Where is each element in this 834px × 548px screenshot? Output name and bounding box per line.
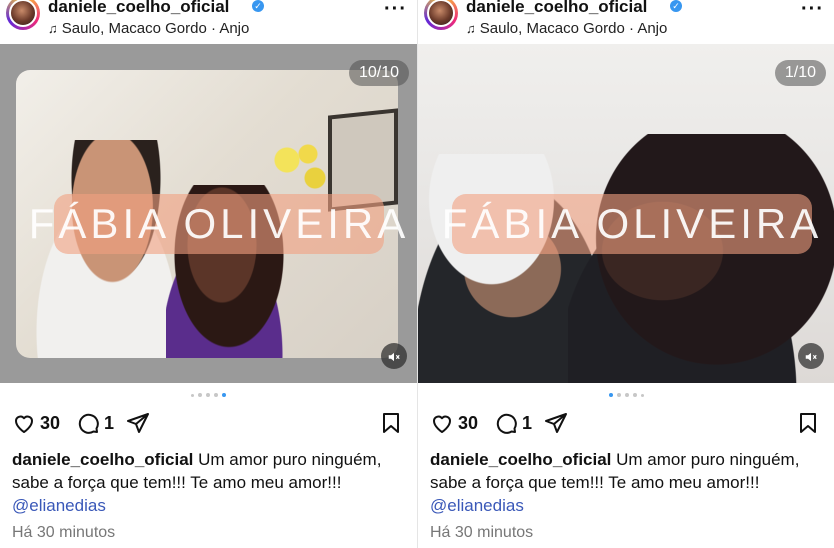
timestamp: Há 30 minutos <box>430 524 534 541</box>
carousel-dot <box>616 393 621 397</box>
mention-link[interactable]: @elianedias <box>12 496 106 515</box>
mention-link[interactable]: @elianedias <box>430 496 524 515</box>
carousel-dot <box>206 393 210 397</box>
media-counter: 1/10 <box>774 60 826 86</box>
carousel-dot <box>640 394 644 397</box>
post-media[interactable]: FÁBIA OLIVEIRA 1/10 <box>418 44 834 383</box>
like-count: 30 <box>458 412 479 433</box>
post-card: daniele_coelho_oficial ✓ ♫ Saulo, Macaco … <box>417 0 834 548</box>
share-icon <box>545 413 567 433</box>
music-label[interactable]: ♫ Saulo, Macaco Gordo · Anjo <box>48 20 249 37</box>
like-button[interactable]: 30 <box>430 410 478 436</box>
caption-username[interactable]: daniele_coelho_oficial <box>12 450 193 469</box>
carousel-dot-active <box>222 393 226 397</box>
timestamp: Há 30 minutos <box>12 524 116 541</box>
music-note-icon: ♫ <box>466 21 476 36</box>
carousel-dots <box>418 393 834 401</box>
bookmark-icon <box>800 413 816 433</box>
carousel-dot <box>632 393 637 397</box>
save-button[interactable] <box>379 410 403 436</box>
action-bar: 30 1 <box>0 410 417 440</box>
comment-icon <box>496 413 517 434</box>
watermark: FÁBIA OLIVEIRA <box>442 194 818 254</box>
post-header: daniele_coelho_oficial ✓ ♫ Saulo, Macaco … <box>0 0 417 44</box>
caption: daniele_coelho_oficial Um amor puro ning… <box>430 448 824 517</box>
carousel-dot <box>191 394 194 397</box>
media-counter: 10/10 <box>348 60 409 86</box>
comment-icon <box>78 413 99 434</box>
username[interactable]: daniele_coelho_oficial <box>466 0 647 17</box>
caption: daniele_coelho_oficial Um amor puro ning… <box>12 448 407 517</box>
post-card: daniele_coelho_oficial ✓ ♫ Saulo, Macaco … <box>0 0 417 548</box>
like-count: 30 <box>40 412 61 433</box>
muted-speaker-icon[interactable] <box>381 343 407 369</box>
comment-button[interactable]: 1 <box>76 410 114 436</box>
heart-icon <box>433 415 451 433</box>
carousel-dots <box>0 393 417 401</box>
avatar[interactable] <box>6 0 40 30</box>
like-button[interactable]: 30 <box>12 410 60 436</box>
person <box>568 134 834 383</box>
watermark: FÁBIA OLIVEIRA <box>29 194 405 254</box>
verified-badge-icon: ✓ <box>252 0 264 12</box>
save-button[interactable] <box>796 410 820 436</box>
share-button[interactable] <box>126 410 150 436</box>
music-label[interactable]: ♫ Saulo, Macaco Gordo · Anjo <box>466 20 667 37</box>
carousel-dot-active <box>608 393 613 397</box>
carousel-dot <box>214 393 218 397</box>
comment-count: 1 <box>104 412 115 433</box>
share-icon <box>127 413 149 433</box>
heart-icon <box>15 415 33 433</box>
more-options-icon[interactable]: ··· <box>801 0 824 19</box>
comment-button[interactable]: 1 <box>494 410 532 436</box>
verified-badge-icon: ✓ <box>670 0 682 12</box>
bookmark-icon <box>383 413 399 433</box>
carousel-dot <box>198 393 202 397</box>
muted-speaker-icon[interactable] <box>798 343 824 369</box>
caption-username[interactable]: daniele_coelho_oficial <box>430 450 611 469</box>
music-note-icon: ♫ <box>48 21 58 36</box>
avatar[interactable] <box>424 0 458 30</box>
more-options-icon[interactable]: ··· <box>384 0 407 19</box>
post-media[interactable]: FÁBIA OLIVEIRA 10/10 <box>0 44 417 383</box>
share-button[interactable] <box>544 410 568 436</box>
comment-count: 1 <box>522 412 533 433</box>
carousel-dot <box>624 393 629 397</box>
action-bar: 30 1 <box>418 410 834 440</box>
post-header: daniele_coelho_oficial ✓ ♫ Saulo, Macaco … <box>418 0 834 44</box>
username[interactable]: daniele_coelho_oficial <box>48 0 229 17</box>
